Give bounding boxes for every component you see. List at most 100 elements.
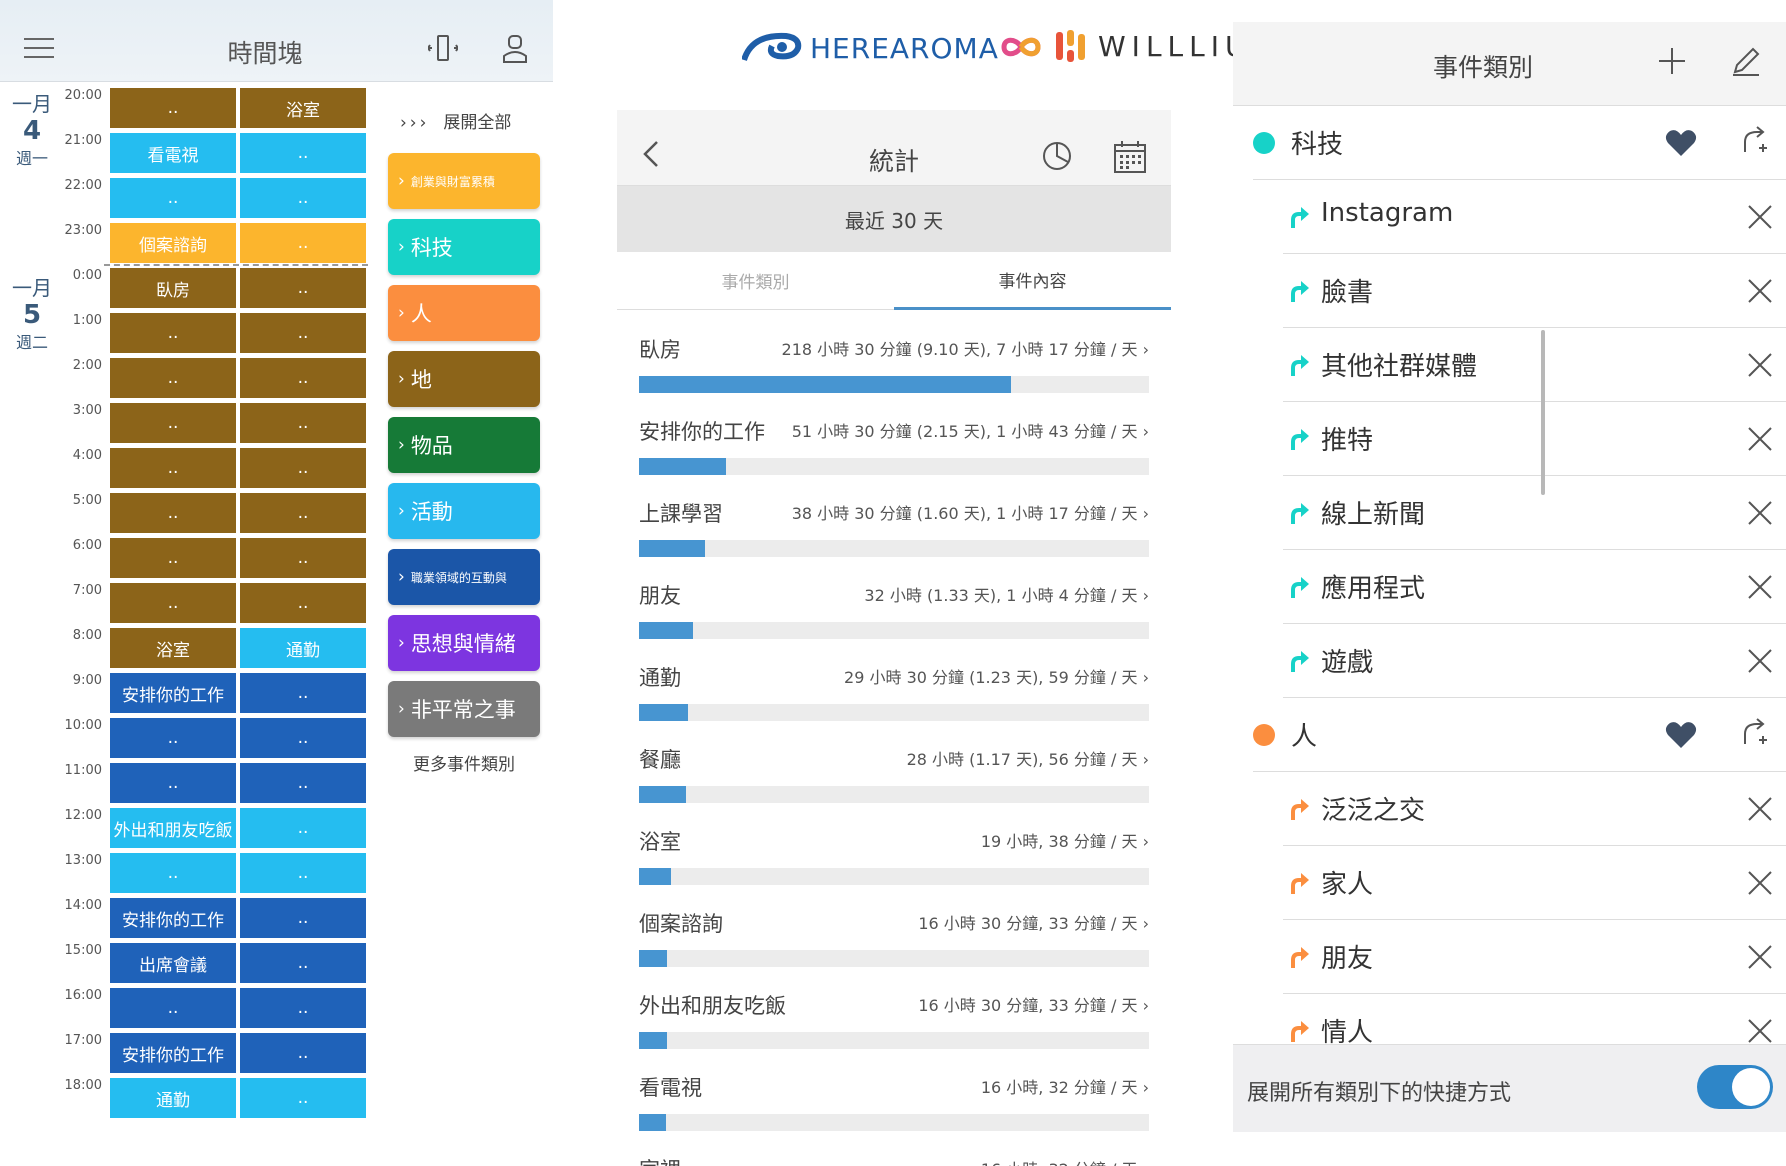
remove-icon[interactable] [1745, 424, 1775, 454]
stat-row[interactable]: 家裡 16 小時, 32 分鐘 / 天 › [639, 1140, 1149, 1166]
expand-all-button[interactable]: ››› 展開全部 [400, 108, 511, 133]
time-block[interactable]: .. [110, 988, 236, 1028]
time-block[interactable]: .. [110, 88, 236, 128]
time-block[interactable]: 看電視 [110, 133, 236, 173]
time-block[interactable]: .. [240, 358, 366, 398]
time-block[interactable]: .. [110, 448, 236, 488]
remove-icon[interactable] [1745, 942, 1775, 972]
time-block[interactable]: .. [240, 988, 366, 1028]
time-block[interactable]: .. [110, 493, 236, 533]
remove-icon[interactable] [1745, 276, 1775, 306]
time-block[interactable]: 個案諮詢 [110, 223, 236, 263]
time-block[interactable]: .. [240, 538, 366, 578]
stat-row[interactable]: 安排你的工作 51 小時 30 分鐘 (2.15 天), 1 小時 43 分鐘 /… [639, 402, 1149, 484]
time-block[interactable]: .. [240, 853, 366, 893]
time-block[interactable]: 臥房 [110, 268, 236, 308]
remove-icon[interactable] [1745, 646, 1775, 676]
time-block[interactable]: .. [240, 223, 366, 263]
time-block[interactable]: .. [240, 448, 366, 488]
add-shortcut-icon[interactable] [1737, 716, 1769, 748]
category-group-row[interactable]: 人 [1253, 698, 1786, 772]
time-block[interactable]: .. [110, 178, 236, 218]
stat-row[interactable]: 通勤 29 小時 30 分鐘 (1.23 天), 59 分鐘 / 天 › [639, 648, 1149, 730]
category-item-row[interactable]: 線上新聞 [1283, 476, 1786, 550]
time-block[interactable]: .. [240, 133, 366, 173]
tab-event-categories[interactable]: 事件類別 [617, 252, 894, 310]
stat-row[interactable]: 浴室 19 小時, 38 分鐘 / 天 › [639, 812, 1149, 894]
stat-row[interactable]: 個案諮詢 16 小時 30 分鐘, 33 分鐘 / 天 › [639, 894, 1149, 976]
time-block[interactable]: .. [240, 313, 366, 353]
stat-row[interactable]: 餐廳 28 小時 (1.17 天), 56 分鐘 / 天 › [639, 730, 1149, 812]
remove-icon[interactable] [1745, 350, 1775, 380]
time-block[interactable]: .. [110, 763, 236, 803]
time-block[interactable]: 通勤 [240, 628, 366, 668]
time-block[interactable]: 安排你的工作 [110, 1033, 236, 1073]
time-block[interactable]: .. [240, 583, 366, 623]
add-shortcut-icon[interactable] [1737, 124, 1769, 156]
category-button[interactable]: › 地 [388, 351, 540, 407]
remove-icon[interactable] [1745, 498, 1775, 528]
remove-icon[interactable] [1745, 868, 1775, 898]
category-button[interactable]: › 職業領域的互動與 [388, 549, 540, 605]
category-button[interactable]: › 思想與情緒 [388, 615, 540, 671]
time-block[interactable]: 安排你的工作 [110, 898, 236, 938]
time-block[interactable]: 外出和朋友吃飯 [110, 808, 236, 848]
category-item-row[interactable]: 應用程式 [1283, 550, 1786, 624]
time-block[interactable]: .. [110, 853, 236, 893]
more-categories-link[interactable]: 更多事件類別 [388, 750, 540, 775]
time-block[interactable]: .. [110, 538, 236, 578]
time-block[interactable]: 浴室 [240, 88, 366, 128]
time-block[interactable]: .. [240, 943, 366, 983]
remove-icon[interactable] [1745, 794, 1775, 824]
time-block[interactable]: .. [240, 178, 366, 218]
category-button[interactable]: › 人 [388, 285, 540, 341]
stat-row[interactable]: 臥房 218 小時 30 分鐘 (9.10 天), 7 小時 17 分鐘 / 天 … [639, 320, 1149, 402]
time-block[interactable]: .. [240, 1033, 366, 1073]
stat-row[interactable]: 上課學習 38 小時 30 分鐘 (1.60 天), 1 小時 17 分鐘 / 天… [639, 484, 1149, 566]
category-group-row[interactable]: 科技 [1253, 106, 1786, 180]
category-item-row[interactable]: 朋友 [1283, 920, 1786, 994]
edit-icon[interactable] [1731, 46, 1761, 76]
time-block[interactable]: .. [110, 718, 236, 758]
time-block[interactable]: .. [240, 718, 366, 758]
time-block[interactable]: .. [240, 1078, 366, 1118]
category-item-row[interactable]: 臉書 [1283, 254, 1786, 328]
time-block[interactable]: .. [240, 493, 366, 533]
time-block[interactable]: .. [240, 403, 366, 443]
time-block[interactable]: 浴室 [110, 628, 236, 668]
calendar-icon[interactable] [1113, 140, 1147, 174]
time-block[interactable]: .. [110, 358, 236, 398]
category-item-row[interactable]: Instagram [1283, 180, 1786, 254]
time-block[interactable]: .. [110, 313, 236, 353]
menu-icon[interactable] [24, 38, 54, 58]
remove-icon[interactable] [1745, 572, 1775, 602]
category-item-row[interactable]: 遊戲 [1283, 624, 1786, 698]
stat-row[interactable]: 朋友 32 小時 (1.33 天), 1 小時 4 分鐘 / 天 › [639, 566, 1149, 648]
scrollbar[interactable] [1541, 330, 1545, 495]
remove-icon[interactable] [1745, 202, 1775, 232]
time-block[interactable]: 出席會議 [110, 943, 236, 983]
time-block[interactable]: .. [240, 673, 366, 713]
category-item-row[interactable]: 家人 [1283, 846, 1786, 920]
time-block[interactable]: .. [240, 763, 366, 803]
time-block[interactable]: .. [110, 583, 236, 623]
expand-shortcuts-toggle[interactable] [1697, 1065, 1773, 1109]
add-icon[interactable] [1657, 46, 1687, 76]
period-selector[interactable]: 最近 30 天 [617, 186, 1171, 252]
tab-event-content[interactable]: 事件內容 [894, 252, 1171, 310]
category-button[interactable]: › 非平常之事 [388, 681, 540, 737]
stat-row[interactable]: 外出和朋友吃飯 16 小時 30 分鐘, 33 分鐘 / 天 › [639, 976, 1149, 1058]
back-chevron-icon[interactable] [641, 140, 661, 168]
time-block[interactable]: .. [240, 898, 366, 938]
heart-icon[interactable] [1665, 720, 1697, 750]
category-item-row[interactable]: 其他社群媒體 [1283, 328, 1786, 402]
user-icon[interactable] [500, 34, 530, 64]
pie-chart-icon[interactable] [1041, 140, 1073, 172]
category-item-row[interactable]: 泛泛之交 [1283, 772, 1786, 846]
time-block[interactable]: 通勤 [110, 1078, 236, 1118]
heart-icon[interactable] [1665, 128, 1697, 158]
remove-icon[interactable] [1745, 1016, 1775, 1046]
time-block[interactable]: 安排你的工作 [110, 673, 236, 713]
category-button[interactable]: › 活動 [388, 483, 540, 539]
expand-vertical-icon[interactable] [428, 32, 458, 64]
